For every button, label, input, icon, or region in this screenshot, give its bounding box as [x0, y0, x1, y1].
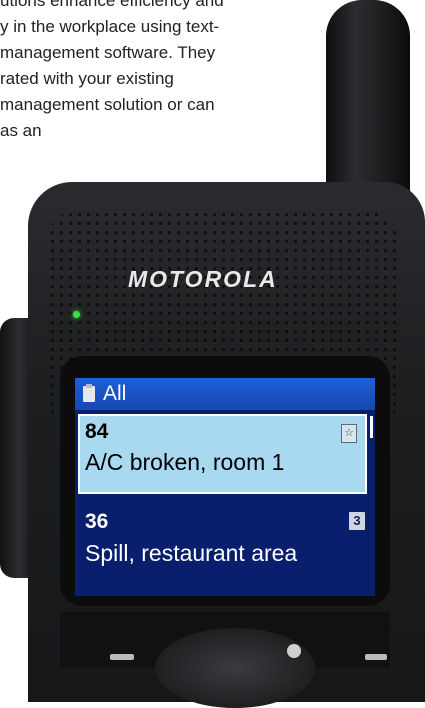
count-badge: 3 [349, 512, 365, 530]
item-text: Spill, restaurant area [85, 540, 298, 566]
intro-paragraph: utions enhance efficiency and y in the w… [0, 0, 300, 144]
paragraph-line: management solution or can [0, 95, 215, 114]
left-softkey[interactable] [110, 654, 134, 660]
item-number: 84 [85, 420, 109, 443]
right-softkey[interactable] [365, 654, 387, 660]
item-number: 36 [85, 510, 109, 533]
navigation-pad[interactable] [155, 628, 315, 708]
brand-logo: MOTOROLA [128, 266, 278, 292]
scrollbar[interactable] [370, 416, 373, 438]
paragraph-line: utions enhance efficiency and [0, 0, 224, 10]
star-icon: ☆ [341, 424, 357, 443]
paragraph-line: y in the workplace using text- [0, 17, 220, 36]
paragraph-line: as an [0, 121, 42, 140]
nav-indicator-icon [287, 644, 301, 658]
clipboard-icon [83, 384, 95, 402]
display-header: All [75, 378, 375, 410]
paragraph-line: rated with your existing [0, 69, 174, 88]
header-title: All [103, 382, 127, 405]
radio-display: All 84 ☆ A/C broken, room 1 36 3 Spill, … [75, 378, 375, 596]
item-text: A/C broken, room 1 [85, 449, 285, 475]
status-led [73, 311, 80, 318]
paragraph-line: management software. They [0, 43, 216, 62]
list-item-selected[interactable]: 84 ☆ A/C broken, room 1 [78, 414, 367, 494]
